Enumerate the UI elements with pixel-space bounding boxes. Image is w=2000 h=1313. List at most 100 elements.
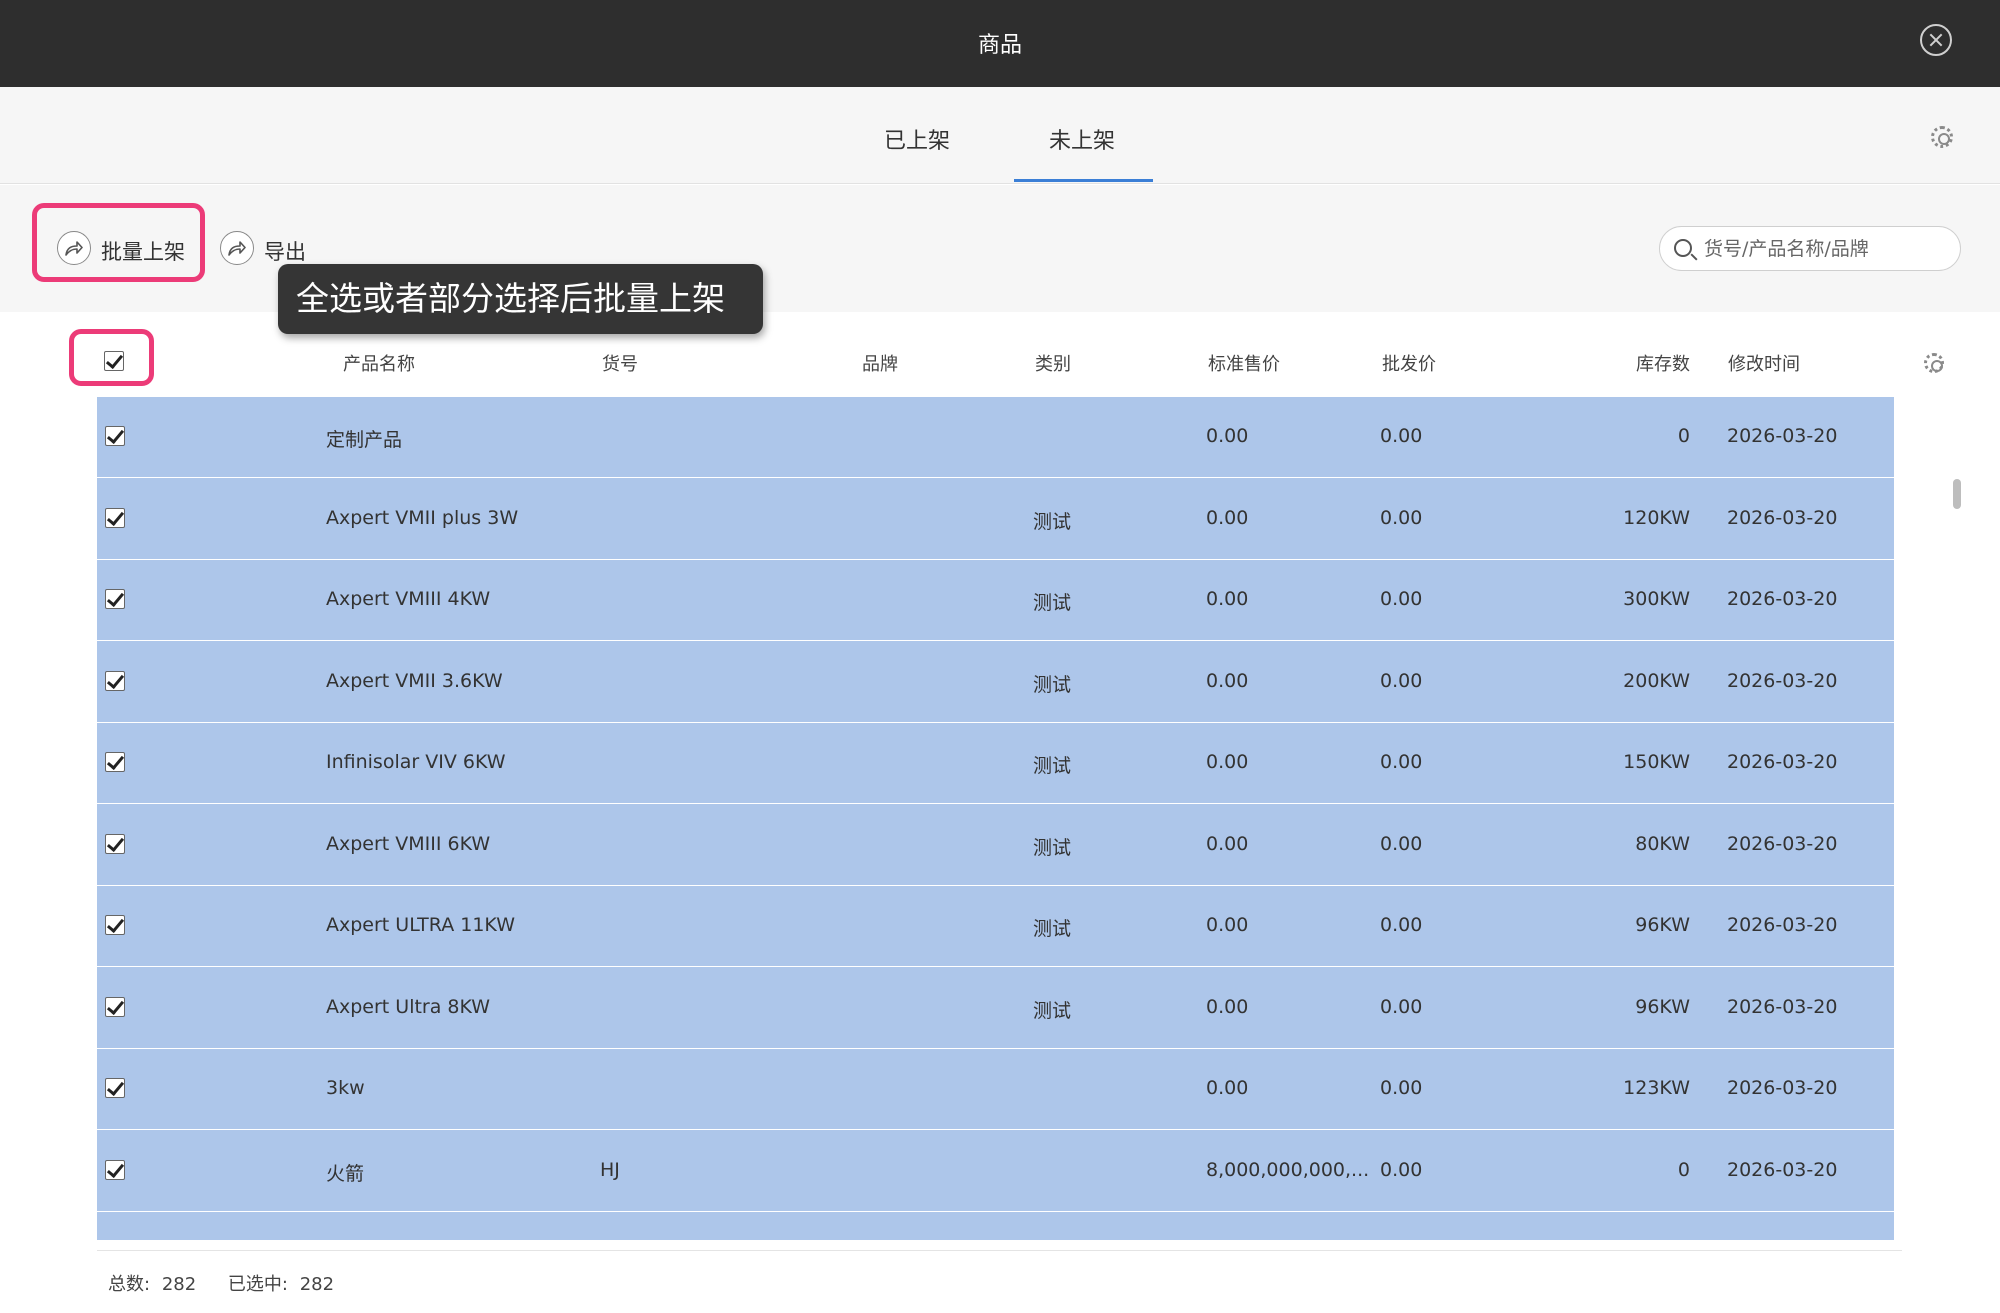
cell-stock: 0 [1677, 425, 1690, 447]
batch-list-button[interactable]: 批量上架 [101, 236, 185, 266]
selected-count: 282 [299, 1274, 335, 1295]
row-checkbox[interactable] [105, 426, 125, 446]
cell-category: 测试 [1033, 755, 1072, 777]
table-row[interactable]: Axpert VMIII 4KW 测试 0.00 0.00 300KW 2026-03-2… [97, 560, 1894, 641]
column-settings-icon[interactable] [1924, 353, 1944, 373]
cell-name: 定制产品 [326, 429, 403, 451]
cell-wholesale: 0.00 [1380, 588, 1423, 610]
cell-name: Axpert VMII plus 3W [326, 506, 519, 529]
cell-sku: HJ [600, 1158, 620, 1181]
column-header-price[interactable]: 标准售价 [1208, 350, 1280, 376]
search-box[interactable] [1659, 226, 1961, 271]
row-checkbox[interactable] [105, 833, 125, 854]
table-row[interactable]: Axpert VMIII 6KW 测试 0.00 0.00 80KW 2026-03-20 [97, 805, 1894, 886]
window-title: 商品 [977, 33, 1022, 58]
selected-label: 已选中: [227, 1274, 288, 1295]
cell-price: 0.00 [1206, 832, 1249, 855]
tab-listed[interactable]: 已上架 [884, 123, 950, 155]
cell-stock: 300KW [1623, 588, 1690, 610]
close-icon[interactable] [1920, 24, 1952, 56]
column-header-sku[interactable]: 货号 [602, 350, 638, 376]
cell-category: 测试 [1033, 918, 1072, 940]
table-row[interactable]: Axpert Ultra 8KW 测试 0.00 0.00 96KW 2026-03-20 [97, 968, 1894, 1049]
row-checkbox[interactable] [105, 1159, 125, 1180]
cell-modified: 2026-03-20 [1727, 1077, 1838, 1099]
cell-name: Axpert ULTRA 11KW [326, 914, 515, 936]
share-icon [57, 231, 91, 265]
column-header-name[interactable]: 产品名称 [343, 350, 415, 376]
cell-stock: 150KW [1623, 751, 1690, 773]
cell-wholesale: 0.00 [1380, 506, 1423, 529]
cell-stock: 0 [1677, 1158, 1690, 1181]
column-header-wholesale[interactable]: 批发价 [1382, 350, 1436, 376]
total-label: 总数: [108, 1274, 151, 1295]
cell-stock: 96KW [1635, 995, 1690, 1018]
table-row[interactable]: 3kw 0.00 0.00 123KW 2026-03-20 [97, 1049, 1894, 1130]
table-row[interactable]: Axpert VMII 3.6KW 测试 0.00 0.00 200KW 2026-03-… [97, 642, 1894, 723]
cell-modified: 2026-03-20 [1727, 1158, 1838, 1181]
row-checkbox[interactable] [105, 670, 125, 691]
cell-name: Axpert VMII 3.6KW [326, 669, 503, 692]
cell-wholesale: 0.00 [1380, 669, 1423, 692]
table-header: 产品名称 货号 品牌 类别 标准售价 批发价 库存数 修改时间 [0, 330, 2000, 396]
cell-stock: 123KW [1623, 1077, 1690, 1099]
tab-unlisted[interactable]: 未上架 [1049, 123, 1115, 155]
column-header-modified[interactable]: 修改时间 [1728, 350, 1800, 376]
cell-name: Axpert Ultra 8KW [326, 995, 491, 1018]
cell-price: 0.00 [1206, 914, 1249, 936]
cell-price: 0.00 [1206, 425, 1249, 447]
table-row[interactable]: 火箭 HJ 8,000,000,000,... 0.00 0 2026-03-20 [97, 1131, 1894, 1212]
cell-name: Axpert VMIII 6KW [326, 832, 491, 855]
cell-category: 测试 [1033, 592, 1072, 614]
export-button[interactable]: 导出 [264, 236, 306, 266]
highlight-box-select-all [69, 329, 154, 386]
row-checkbox[interactable] [105, 752, 125, 772]
column-header-stock[interactable]: 库存数 [1600, 350, 1690, 376]
cell-category: 测试 [1033, 673, 1072, 696]
cell-price: 0.00 [1206, 588, 1249, 610]
row-checkbox[interactable] [105, 507, 125, 528]
tabs-bar: 已上架 未上架 [0, 87, 2000, 184]
table-row[interactable]: Axpert VMII plus 3W 测试 0.00 0.00 120KW 2026-0… [97, 479, 1894, 560]
cell-wholesale: 0.00 [1380, 914, 1423, 936]
cell-price: 0.00 [1206, 506, 1249, 529]
column-header-category[interactable]: 类别 [1035, 350, 1071, 376]
cell-name: Infinisolar VIV 6KW [326, 751, 506, 773]
export-icon [220, 231, 254, 265]
cell-price: 0.00 [1206, 669, 1249, 692]
active-tab-indicator [1014, 179, 1153, 182]
row-checkbox[interactable] [105, 1078, 125, 1098]
cell-price: 8,000,000,000,... [1206, 1158, 1370, 1181]
cell-stock: 80KW [1635, 832, 1690, 855]
cell-category: 测试 [1033, 510, 1072, 533]
table-body: 定制产品 0.00 0.00 0 2026-03-20 Axpert VMII plus … [97, 397, 1894, 1240]
cell-wholesale: 0.00 [1380, 1158, 1423, 1181]
gear-icon[interactable] [1931, 126, 1953, 148]
cell-modified: 2026-03-20 [1727, 425, 1838, 447]
cell-stock: 200KW [1623, 669, 1690, 692]
search-icon [1674, 239, 1692, 257]
cell-modified: 2026-03-20 [1727, 669, 1838, 692]
cell-wholesale: 0.00 [1380, 1077, 1423, 1099]
cell-category: 测试 [1033, 836, 1072, 859]
cell-name: 火箭 [326, 1162, 365, 1185]
row-checkbox[interactable] [105, 589, 125, 609]
row-checkbox[interactable] [105, 915, 125, 935]
table-row[interactable]: 定制产品 0.00 0.00 0 2026-03-20 [97, 397, 1894, 478]
cell-modified: 2026-03-20 [1727, 995, 1838, 1018]
search-input[interactable] [1704, 235, 1944, 263]
cell-wholesale: 0.00 [1380, 751, 1423, 773]
cell-name: 3kw [326, 1077, 365, 1099]
total-count: 282 [161, 1274, 197, 1295]
row-checkbox[interactable] [105, 996, 125, 1017]
cell-wholesale: 0.00 [1380, 832, 1423, 855]
table-row[interactable]: Axpert ULTRA 11KW 测试 0.00 0.00 96KW 2026-03-2… [97, 886, 1894, 967]
table-row[interactable]: Infinisolar VIV 6KW 测试 0.00 0.00 150KW 2026-0… [97, 723, 1894, 804]
table-bottom-divider [97, 1250, 1902, 1251]
column-header-brand[interactable]: 品牌 [862, 350, 898, 376]
cell-stock: 96KW [1635, 914, 1690, 936]
window-titlebar: 商品 [0, 0, 2000, 87]
cell-price: 0.00 [1206, 995, 1249, 1018]
scrollbar-thumb[interactable] [1953, 479, 1961, 509]
cell-price: 0.00 [1206, 751, 1249, 773]
